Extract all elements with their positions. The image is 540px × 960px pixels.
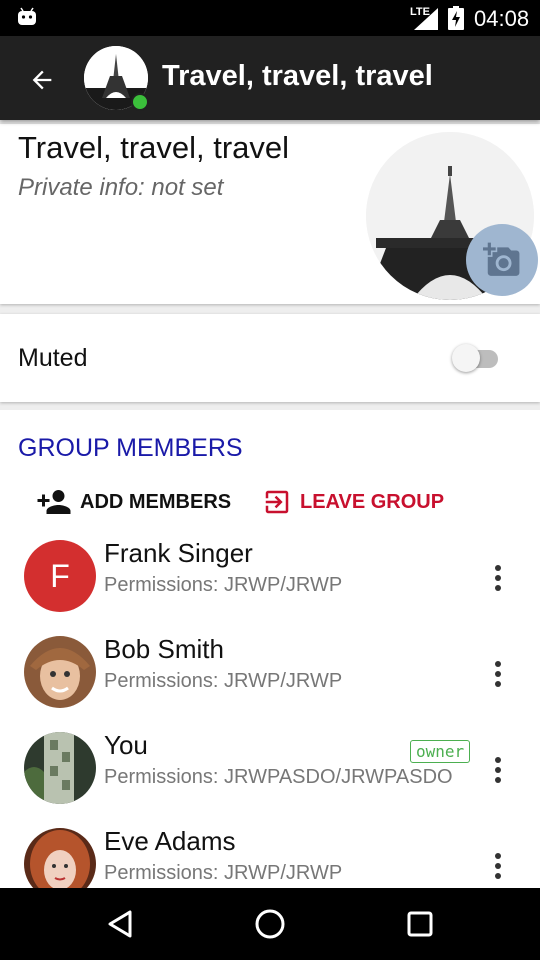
change-photo-button[interactable] [466,224,538,296]
member-permissions: Permissions: JRWP/JRWP [104,862,343,884]
member-row[interactable]: Bob Smith Permissions: JRWP/JRWP [0,626,540,722]
owner-badge: owner [410,740,471,763]
system-nav-bar [0,888,540,960]
more-vert-icon [495,853,501,879]
private-info: Private info: not set [18,174,224,201]
member-row[interactable]: Eve Adams Permissions: JRWP/JRWP [0,818,540,890]
member-permissions: Permissions: JRWP/JRWP [104,670,343,692]
member-row[interactable]: F Frank Singer Permissions: JRWP/JRWP [0,530,540,626]
back-button[interactable] [22,60,62,100]
member-menu-button[interactable] [484,752,512,788]
back-arrow-icon [32,70,52,90]
battery-charging-icon [448,6,464,30]
avatar [24,636,96,708]
nav-recents-button[interactable] [400,904,440,944]
muted-label: Muted [18,344,88,372]
section-title: GROUP MEMBERS [18,434,243,462]
add-photo-icon [483,242,520,276]
leave-group-label: LEAVE GROUP [300,490,445,513]
nav-home-icon [255,909,285,939]
exit-icon [265,490,289,514]
avatar: F [24,540,96,612]
group-name: Travel, travel, travel [18,130,290,165]
more-vert-icon [495,757,501,783]
member-permissions: Permissions: JRWP/JRWP [104,574,343,596]
android-icon [18,7,36,25]
muted-card: Muted [0,314,540,402]
profile-photo [24,732,96,804]
nav-back-button[interactable] [100,904,140,944]
clock: 04:08 [474,6,530,31]
member-menu-button[interactable] [484,656,512,692]
signal-icon [414,8,438,30]
add-members-button[interactable]: ADD MEMBERS [36,480,231,524]
online-status-dot [131,93,149,111]
member-row[interactable]: You owner Permissions: JRWPASDO/JRWPASDO [0,722,540,818]
nav-back-icon [108,910,132,938]
app-bar-title: Travel, travel, travel [162,60,433,92]
avatar [24,828,96,890]
leave-group-button[interactable]: LEAVE GROUP [262,480,444,524]
member-name: Frank Singer [104,538,253,568]
profile-photo [24,636,96,708]
nav-home-button[interactable] [250,904,290,944]
group-info-card: Travel, travel, travel Private info: not… [0,124,540,304]
nav-recents-icon [407,911,433,937]
member-menu-button[interactable] [484,848,512,884]
member-name: Bob Smith [104,634,224,664]
avatar-initial: F [50,557,70,594]
member-name: Eve Adams [104,826,236,856]
toggle-thumb [452,344,480,372]
member-menu-button[interactable] [484,560,512,596]
avatar [24,732,96,804]
more-vert-icon [495,565,501,591]
muted-toggle[interactable] [452,344,500,372]
group-members-card: GROUP MEMBERS ADD MEMBERS LEAVE GROUP F … [0,410,540,890]
add-members-label: ADD MEMBERS [80,490,232,513]
add-person-icon [37,490,71,514]
member-name: You [104,730,148,760]
profile-photo [24,828,96,890]
member-permissions: Permissions: JRWPASDO/JRWPASDO [104,766,453,788]
status-bar: LTE 04:08 [0,0,540,36]
more-vert-icon [495,661,501,687]
app-bar: Travel, travel, travel [0,36,540,120]
